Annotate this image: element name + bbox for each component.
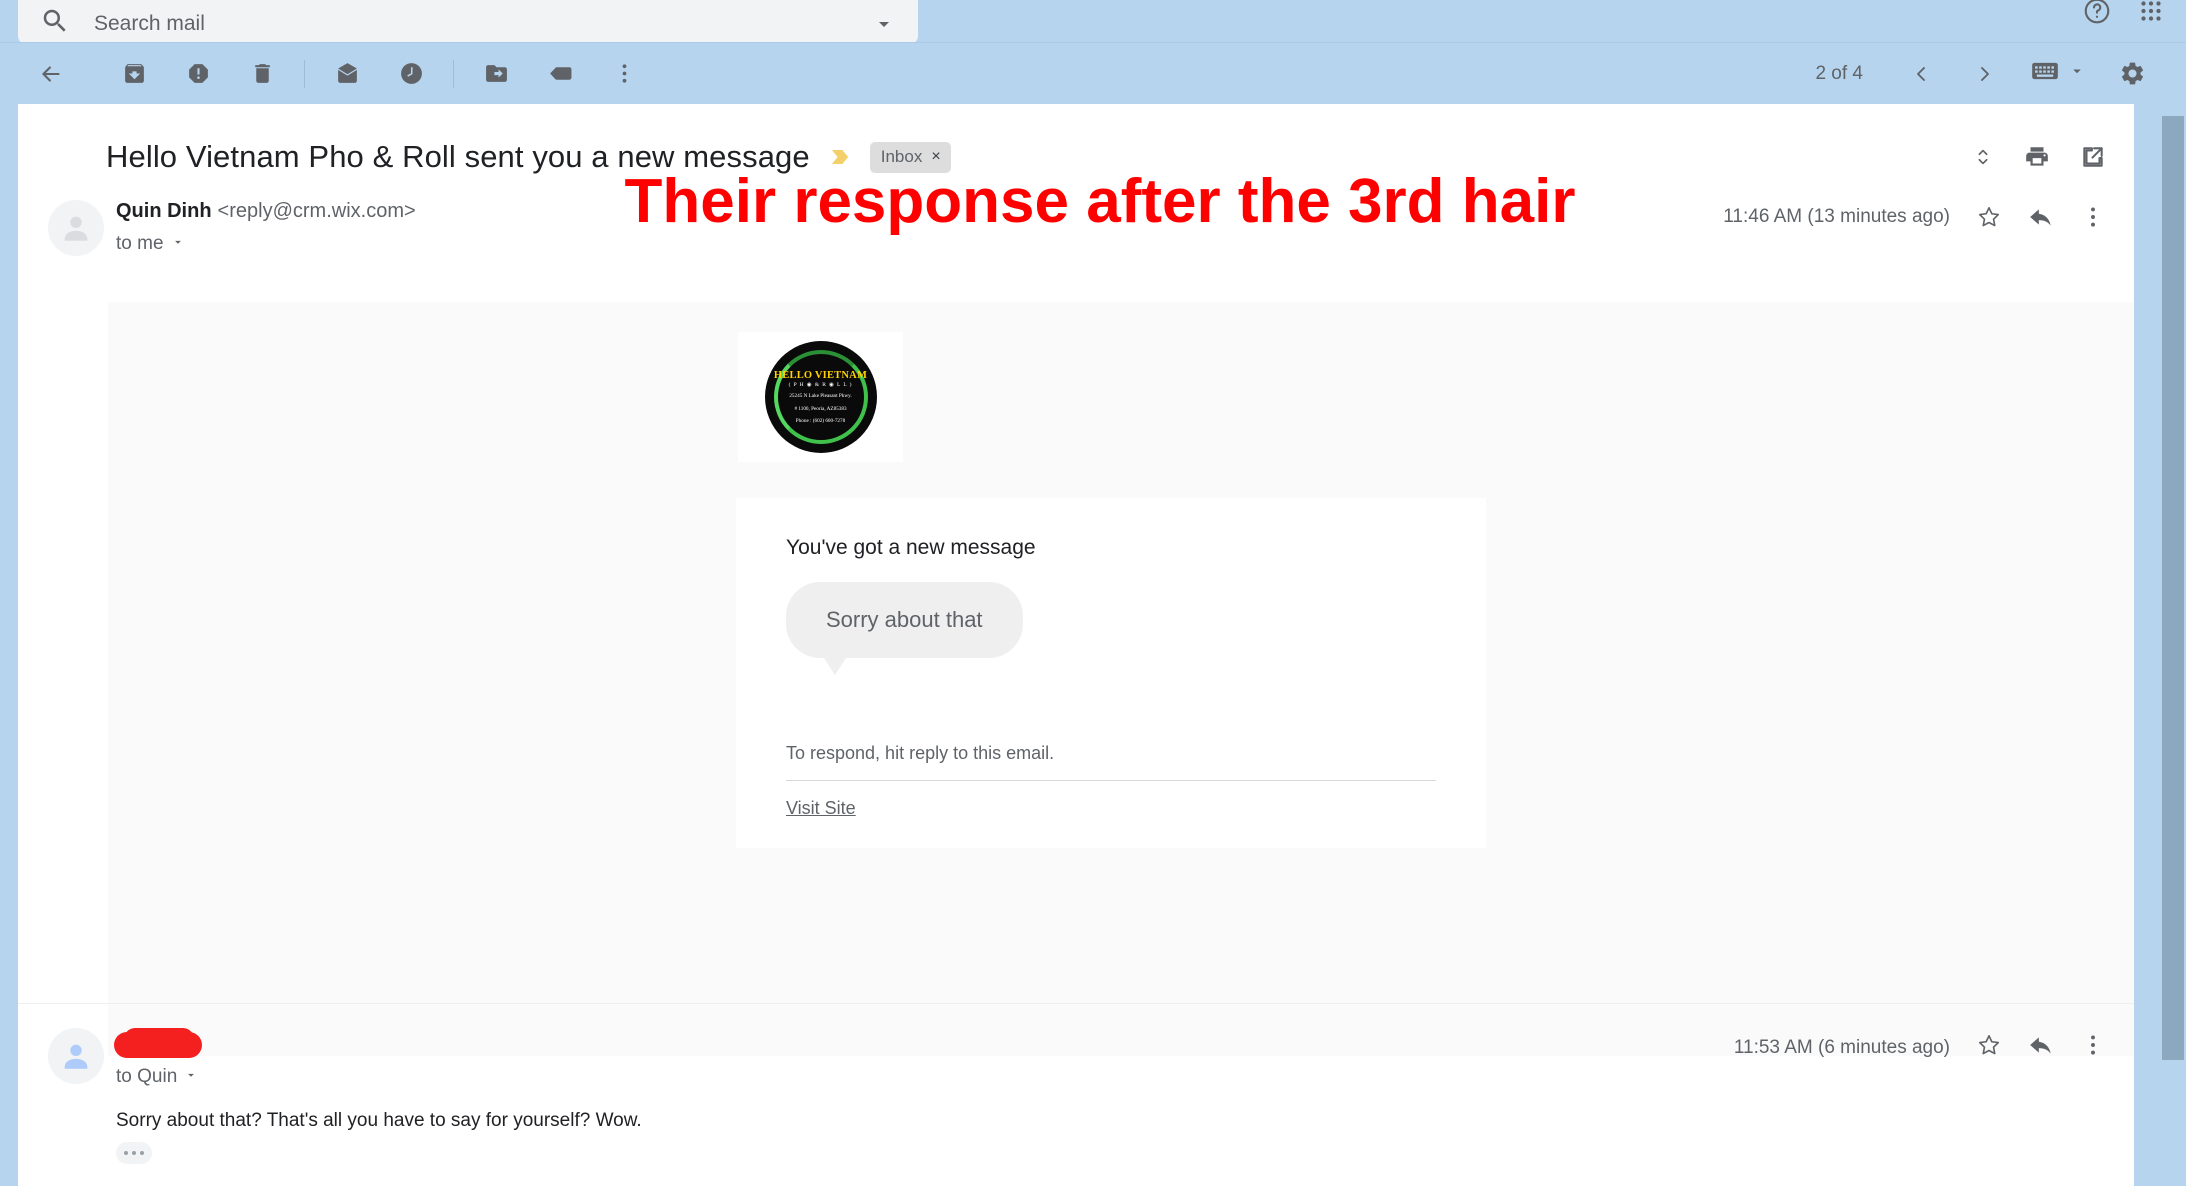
toolbar-divider [304,59,305,88]
search-input[interactable] [94,12,872,36]
message-timestamp: 11:46 AM (13 minutes ago) [1723,206,1950,227]
logo-title: HELLO VIETNAM [773,369,868,381]
sender-name: Quin Dinh [116,200,212,222]
redacted-sender-name [114,1028,202,1058]
email-body-content: HELLO VIETNAM ( P H ◉ & R ◉ L L ) 25245 … [108,302,2134,1056]
scrollbar-thumb[interactable] [2162,116,2184,1060]
scrollbar-track[interactable] [2158,104,2186,1186]
card-divider [786,780,1436,781]
label-chip-inbox[interactable]: Inbox × [869,141,951,173]
star-outline-icon[interactable] [1976,204,2002,230]
message-timestamp: 11:53 AM (6 minutes ago) [1733,1036,1950,1058]
card-title: You've got a new message [786,536,1036,559]
search-options-chevron-down-icon[interactable] [872,12,896,36]
more-options-button[interactable] [603,53,645,95]
toolbar-right-group: 2 of 4 [1815,53,2186,95]
star-outline-icon[interactable] [1976,1032,2002,1063]
apps-grid-icon[interactable] [2136,0,2166,26]
message-counter: 2 of 4 [1815,62,1863,84]
move-to-folder-button[interactable] [475,53,517,95]
hello-vietnam-logo-icon: HELLO VIETNAM ( P H ◉ & R ◉ L L ) 25245 … [764,341,877,453]
recipient-dropdown[interactable]: to Quin [116,1066,198,1088]
snooze-button[interactable] [390,53,432,95]
avatar [48,1028,104,1084]
open-in-new-window-icon[interactable] [2080,144,2106,170]
report-spam-button[interactable] [177,53,219,95]
recipient-dropdown[interactable]: to me [116,233,416,255]
settings-button[interactable] [2111,53,2153,95]
print-icon[interactable] [2024,144,2050,170]
visit-site-link[interactable]: Visit Site [786,798,856,819]
delete-button[interactable] [241,53,283,95]
recipient-label: to me [116,233,164,254]
importance-marker-icon[interactable] [826,143,854,171]
person-avatar-icon [64,216,88,241]
message-bubble: Sorry about that [786,582,1023,675]
message-header: Quin Dinh <reply@crm.wix.com> to me 11:46… [18,200,2134,270]
reply-arrow-icon[interactable] [2028,204,2054,230]
previous-message-button[interactable] [1900,53,1942,95]
keyboard-chevron-down-icon [2068,62,2086,85]
back-to-inbox-button[interactable] [30,53,72,95]
subject-row: Hello Vietnam Pho & Roll sent you a new … [18,124,2134,190]
help-circle-icon[interactable] [2082,0,2112,26]
brand-logo-image: HELLO VIETNAM ( P H ◉ & R ◉ L L ) 25245 … [738,332,903,462]
message-bubble-text: Sorry about that [826,607,983,632]
reply-arrow-icon[interactable] [2028,1032,2054,1063]
chevron-down-icon [171,233,185,255]
thread-actions [1972,144,2106,170]
search-icon [40,6,70,36]
logo-phone: Phone : (602) 600-7278 [795,418,846,425]
more-vertical-icon[interactable] [2080,204,2106,230]
toolbar-divider-2 [453,59,454,88]
logo-address-line-2: # 1100, Peoria, AZ85383 [794,405,847,412]
logo-subtitle: ( P H ◉ & R ◉ L L ) [788,381,853,388]
respond-note: To respond, hit reply to this email. [786,743,1055,763]
message-meta: 11:53 AM (6 minutes ago) [1734,1032,2106,1063]
person-avatar-icon [64,1044,88,1069]
search-bar[interactable] [18,0,918,44]
keyboard-icon [2031,60,2059,87]
reply-body-text: Sorry about that? That's all you have to… [116,1110,642,1131]
avatar [48,200,104,256]
input-tools-button[interactable] [2031,60,2086,87]
top-header-bar [0,0,2186,44]
message-meta: 11:46 AM (13 minutes ago) [1723,204,2106,230]
message-divider [18,1003,2134,1004]
message-card: You've got a new message Sorry about tha… [736,498,1486,848]
mark-as-unread-button[interactable] [326,53,368,95]
page-title: Hello Vietnam Pho & Roll sent you a new … [106,139,810,174]
chevron-down-icon [184,1066,198,1088]
reply-message: to Quin Sorry about that? That's all you… [18,1010,2134,1186]
label-chip-text: Inbox [880,146,923,166]
more-vertical-icon[interactable] [2080,1032,2106,1063]
archive-button[interactable] [113,53,155,95]
sender-block: Quin Dinh <reply@crm.wix.com> to me [116,200,416,255]
recipient-label: to Quin [116,1066,178,1087]
next-message-button[interactable] [1964,53,2006,95]
expand-collapse-icon[interactable] [1972,144,1994,170]
bubble-tail [822,655,848,675]
show-trimmed-content-icon[interactable] [116,1142,152,1164]
label-chip-remove-icon[interactable]: × [931,148,940,165]
sender-address: <reply@crm.wix.com> [217,200,416,222]
labels-button[interactable] [539,53,581,95]
logo-address-line-1: 25245 N Lake Pleasant Pkwy. [789,392,852,399]
message-toolbar: 2 of 4 [0,42,2186,104]
